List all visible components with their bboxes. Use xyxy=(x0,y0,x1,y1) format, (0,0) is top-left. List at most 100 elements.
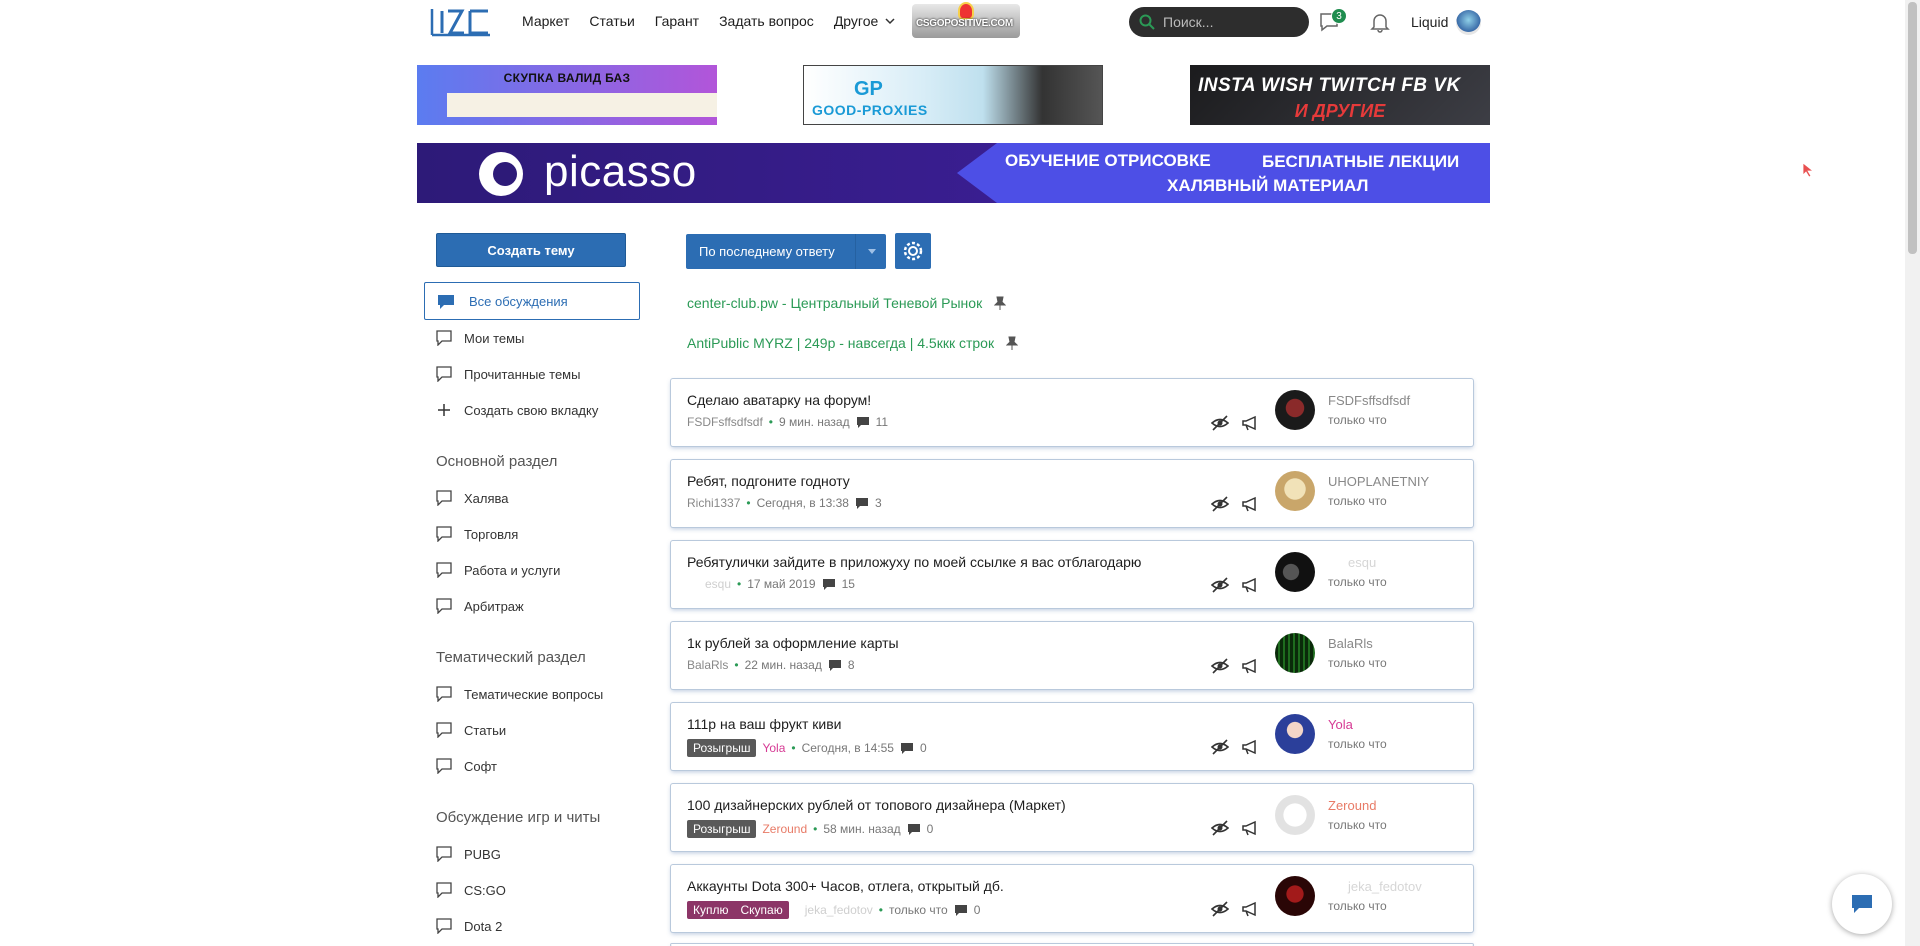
create-thread-button[interactable]: Создать тему xyxy=(436,233,626,267)
megaphone-icon[interactable] xyxy=(1241,496,1259,512)
hide-eye-icon[interactable] xyxy=(1211,577,1229,593)
megaphone-icon[interactable] xyxy=(1241,658,1259,674)
thread-row[interactable]: Аккаунты Dota 300+ Часов, отлега, открыт… xyxy=(671,865,1473,932)
thread-author[interactable]: Zeround xyxy=(762,822,807,836)
page-scrollbar[interactable] xyxy=(1905,0,1920,946)
thread-title[interactable]: 111р на ваш фрукт киви xyxy=(687,716,842,732)
hide-eye-icon[interactable] xyxy=(1211,739,1229,755)
last-poster-name[interactable]: Zeround xyxy=(1328,798,1376,813)
last-poster-name[interactable]: BalaRls xyxy=(1328,636,1373,651)
sidebar-item-create-tab[interactable]: Создать свою вкладку xyxy=(436,402,598,418)
sidebar-item-trade[interactable]: Торговля xyxy=(436,526,518,542)
last-poster-avatar[interactable] xyxy=(1275,714,1315,754)
hide-eye-icon[interactable] xyxy=(1211,820,1229,836)
user-avatar[interactable] xyxy=(1456,10,1481,35)
last-poster-name[interactable]: jeka_fedotov xyxy=(1328,879,1422,894)
thread-filter-settings-button[interactable] xyxy=(895,233,931,269)
reply-count: 3 xyxy=(874,496,882,510)
last-poster-name[interactable]: UHOPLANETNIY xyxy=(1328,474,1429,489)
site-logo[interactable] xyxy=(430,7,492,37)
last-post-time: только что xyxy=(1328,413,1387,427)
thread-row[interactable]: 111р на ваш фрукт киви Розыгрыш Yola • С… xyxy=(671,703,1473,770)
scrollbar-thumb[interactable] xyxy=(1908,2,1917,254)
thread-title[interactable]: Ребятулички зайдите в приложуху по моей … xyxy=(687,554,1141,570)
separator-dot: • xyxy=(734,658,739,672)
chat-widget-button[interactable] xyxy=(1832,874,1892,934)
nav-ask-question[interactable]: Задать вопрос xyxy=(719,13,814,29)
thread-author[interactable]: FSDFsffsdfsdf xyxy=(687,415,763,429)
thread-title[interactable]: Аккаунты Dota 300+ Часов, отлега, открыт… xyxy=(687,878,1004,894)
sort-dropdown[interactable]: По последнему ответу xyxy=(686,234,886,269)
nav-guarantor[interactable]: Гарант xyxy=(655,13,699,29)
thread-author[interactable]: Yola xyxy=(762,741,785,755)
sidebar-item-all-discussions[interactable]: Все обсуждения xyxy=(424,282,640,320)
ad-banner-good-proxies[interactable]: GP GOOD-PROXIES xyxy=(803,65,1103,125)
thread-author[interactable]: esqu xyxy=(687,577,731,591)
ad-banner-picasso[interactable]: picasso ОБУЧЕНИЕ ОТРИСОВКЕ БЕСПЛАТНЫЕ ЛЕ… xyxy=(417,143,1490,203)
sticky-thread[interactable]: AntiPublic MYRZ | 249р - навсегда | 4.5к… xyxy=(687,335,1019,351)
thread-actions xyxy=(1211,820,1259,836)
last-poster-name[interactable]: esqu xyxy=(1328,555,1376,570)
sticky-thread-title: AntiPublic MYRZ | 249р - навсегда | 4.5к… xyxy=(687,335,995,351)
comment-icon xyxy=(855,497,868,509)
megaphone-icon[interactable] xyxy=(1241,901,1259,917)
megaphone-icon[interactable] xyxy=(1241,820,1259,836)
last-poster-avatar[interactable] xyxy=(1275,552,1315,592)
last-poster-avatar[interactable] xyxy=(1275,471,1315,511)
sidebar-item-dota2[interactable]: Dota 2 xyxy=(436,918,502,934)
sidebar-item-thematic-questions[interactable]: Тематические вопросы xyxy=(436,686,603,702)
last-poster-name[interactable]: Yola xyxy=(1328,717,1353,732)
mini-ad-banner[interactable]: CSGOPOSITIVE.COM xyxy=(912,2,1020,38)
sidebar-item-read-threads[interactable]: Прочитанные темы xyxy=(436,366,580,382)
user-menu-name[interactable]: Liquid xyxy=(1411,14,1448,30)
nav-market[interactable]: Маркет xyxy=(522,13,569,29)
sidebar-item-my-threads[interactable]: Мои темы xyxy=(436,330,524,346)
last-poster-avatar[interactable] xyxy=(1275,633,1315,673)
hide-eye-icon[interactable] xyxy=(1211,901,1229,917)
hide-eye-icon[interactable] xyxy=(1211,415,1229,431)
last-poster-avatar[interactable] xyxy=(1275,795,1315,835)
thread-author[interactable]: BalaRls xyxy=(687,658,728,672)
nav-other[interactable]: Другое xyxy=(834,13,896,29)
last-poster-avatar[interactable] xyxy=(1275,876,1315,916)
megaphone-icon[interactable] xyxy=(1241,577,1259,593)
notifications-bell-icon[interactable] xyxy=(1368,10,1392,34)
last-poster-name[interactable]: FSDFsffsdfsdf xyxy=(1328,393,1410,408)
sidebar-item-freebies[interactable]: Халява xyxy=(436,490,509,506)
thread-title[interactable]: 1к рублей за оформление карты xyxy=(687,635,899,651)
sidebar-item-csgo[interactable]: CS:GO xyxy=(436,882,506,898)
ad-banner-social[interactable]: INSTA WISH TWITCH FB VK И ДРУГИЕ xyxy=(1190,65,1490,125)
thread-author[interactable]: jeka_fedotov xyxy=(795,903,873,917)
last-poster-avatar[interactable] xyxy=(1275,390,1315,430)
prefix-tag[interactable]: Розыгрыш xyxy=(687,820,757,838)
ad-banner-valid-bases[interactable]: СКУПКА ВАЛИД БАЗ xyxy=(417,65,717,125)
prefix-tag[interactable]: Куплю xyxy=(687,901,735,919)
hide-eye-icon[interactable] xyxy=(1211,658,1229,674)
thread-row[interactable]: Ребятулички зайдите в приложуху по моей … xyxy=(671,541,1473,608)
thread-author[interactable]: Richi1337 xyxy=(687,496,740,510)
megaphone-icon[interactable] xyxy=(1241,739,1259,755)
thread-title[interactable]: Сделаю аватарку на форум! xyxy=(687,392,871,408)
megaphone-icon[interactable] xyxy=(1241,415,1259,431)
thread-row[interactable]: Сделаю аватарку на форум! FSDFsffsdfsdf … xyxy=(671,379,1473,446)
search-box[interactable] xyxy=(1129,7,1309,37)
thread-title[interactable]: Ребят, подгоните годноту xyxy=(687,473,850,489)
ad-banner-text-line2: И ДРУГИЕ xyxy=(1294,101,1386,121)
sidebar-item-software[interactable]: Софт xyxy=(436,758,497,774)
sidebar-item-jobs[interactable]: Работа и услуги xyxy=(436,562,560,578)
sidebar-item-arbitrage[interactable]: Арбитраж xyxy=(436,598,524,614)
thread-row[interactable]: 100 дизайнерских рублей от топового диза… xyxy=(671,784,1473,851)
prefix-tag[interactable]: Скупаю xyxy=(734,901,789,919)
prefix-tag[interactable]: Розыгрыш xyxy=(687,739,757,757)
nav-articles[interactable]: Статьи xyxy=(589,13,634,29)
search-input[interactable] xyxy=(1163,14,1293,30)
thread-row[interactable]: 1к рублей за оформление карты BalaRls • … xyxy=(671,622,1473,689)
sticky-thread[interactable]: center-club.pw - Центральный Теневой Рын… xyxy=(687,295,1007,311)
thread-row[interactable]: Ребят, подгоните годноту Richi1337 • Сег… xyxy=(671,460,1473,527)
sidebar-item-articles[interactable]: Статьи xyxy=(436,722,506,738)
comment-icon xyxy=(907,823,920,835)
hide-eye-icon[interactable] xyxy=(1211,496,1229,512)
messages-badge: 3 xyxy=(1331,8,1347,24)
sidebar-item-pubg[interactable]: PUBG xyxy=(436,846,501,862)
thread-title[interactable]: 100 дизайнерских рублей от топового диза… xyxy=(687,797,1066,813)
